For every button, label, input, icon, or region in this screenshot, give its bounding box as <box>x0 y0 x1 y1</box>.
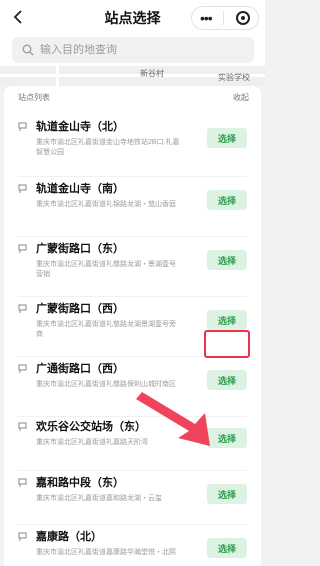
station-address: 重庆市渝北区礼嘉街道嘉康路华瀚堂悦・北熙 <box>36 549 176 556</box>
station-name: 广通街路口（西） <box>36 363 124 375</box>
station-item[interactable]: 嘉康路（北） 重庆市渝北区礼嘉街道嘉康路华瀚堂悦・北熙 选择 <box>4 524 261 566</box>
station-address: 重庆市渝北区礼嘉街道礼锦路龙湖・悠山香庭 <box>36 201 176 208</box>
select-button[interactable]: 选择 <box>207 250 247 270</box>
select-button[interactable]: 选择 <box>207 128 247 148</box>
map-strip[interactable]: 新谷村 实验学校 <box>0 66 265 86</box>
bus-stop-icon <box>18 532 27 541</box>
bus-stop-icon <box>18 364 27 373</box>
station-address: 重庆市渝北区礼嘉街道礼慈路保利山城时南区 <box>36 381 176 388</box>
search-area <box>0 36 265 66</box>
station-item[interactable]: 轨道金山寺（北） 重庆市渝北区礼嘉街道金山寺地铁站2B口,礼嘉智慧公园 选择 <box>4 114 261 174</box>
select-button[interactable]: 选择 <box>207 484 247 504</box>
select-button[interactable]: 选择 <box>207 428 247 448</box>
map-poi-label: 新谷村 <box>140 69 164 78</box>
station-address: 重庆市渝北区礼嘉街道嘉和路龙湖・云玺 <box>36 495 162 502</box>
station-item[interactable]: 广通街路口（西） 重庆市渝北区礼嘉街道礼慈路保利山城时南区 选择 <box>4 356 261 416</box>
bus-stop-icon <box>18 304 27 313</box>
select-button[interactable]: 选择 <box>207 310 247 330</box>
mini-program-capsule: ••• <box>191 6 259 30</box>
station-address: 重庆市渝北区礼嘉街道金山寺地铁站2B口,礼嘉智慧公园 <box>36 139 180 156</box>
search-bar[interactable] <box>12 37 254 63</box>
more-icon[interactable]: ••• <box>200 10 213 26</box>
map-road <box>56 66 59 86</box>
station-item[interactable]: 广蒙街路口（东） 重庆市渝北区礼嘉街道礼慈路龙湖・景湖壹号营销 选择 <box>4 236 261 296</box>
select-button[interactable]: 选择 <box>207 538 247 558</box>
bus-stop-icon <box>18 122 27 131</box>
station-address: 重庆市渝北区礼嘉街道礼慈路龙湖景湖壹号旁商 <box>36 321 176 338</box>
bus-stop-icon <box>18 184 27 193</box>
close-target-icon[interactable] <box>236 11 250 25</box>
select-button[interactable]: 选择 <box>207 370 247 390</box>
search-icon <box>22 44 34 56</box>
capsule-divider <box>223 11 225 25</box>
station-name: 广蒙街路口（东） <box>36 243 124 255</box>
station-name: 嘉和路中段（东） <box>36 477 124 489</box>
bus-stop-icon <box>18 422 27 431</box>
station-name: 欢乐谷公交站场（东） <box>36 421 146 433</box>
bus-stop-icon <box>18 244 27 253</box>
search-input[interactable] <box>40 44 240 56</box>
navigation-bar: 站点选择 ••• <box>0 0 265 36</box>
station-item[interactable]: 嘉和路中段（东） 重庆市渝北区礼嘉街道嘉和路龙湖・云玺 选择 <box>4 470 261 530</box>
list-header-label: 站点列表 <box>18 92 50 102</box>
station-item[interactable]: 欢乐谷公交站场（东） 重庆市渝北区礼嘉街道礼嘉路天阶湾 选择 <box>4 414 261 474</box>
station-list-panel: 站点列表 收起 轨道金山寺（北） 重庆市渝北区礼嘉街道金山寺地铁站2B口,礼嘉智… <box>4 86 261 566</box>
select-button[interactable]: 选择 <box>207 190 247 210</box>
station-name: 轨道金山寺（北） <box>36 121 124 133</box>
map-poi-label: 实验学校 <box>218 73 250 82</box>
collapse-button[interactable]: 收起 <box>233 92 249 103</box>
station-address: 重庆市渝北区礼嘉街道礼嘉路天阶湾 <box>36 439 148 446</box>
station-address: 重庆市渝北区礼嘉街道礼慈路龙湖・景湖壹号营销 <box>36 261 176 278</box>
page-title: 站点选择 <box>104 10 161 26</box>
station-name: 轨道金山寺（南） <box>36 183 124 195</box>
highlight-box <box>204 330 250 358</box>
station-item[interactable]: 轨道金山寺（南） 重庆市渝北区礼嘉街道礼锦路龙湖・悠山香庭 选择 <box>4 176 261 236</box>
bus-stop-icon <box>18 478 27 487</box>
station-name: 嘉康路（北） <box>36 531 102 543</box>
station-name: 广蒙街路口（西） <box>36 303 124 315</box>
back-icon[interactable] <box>8 7 28 27</box>
list-header: 站点列表 收起 <box>4 86 261 108</box>
